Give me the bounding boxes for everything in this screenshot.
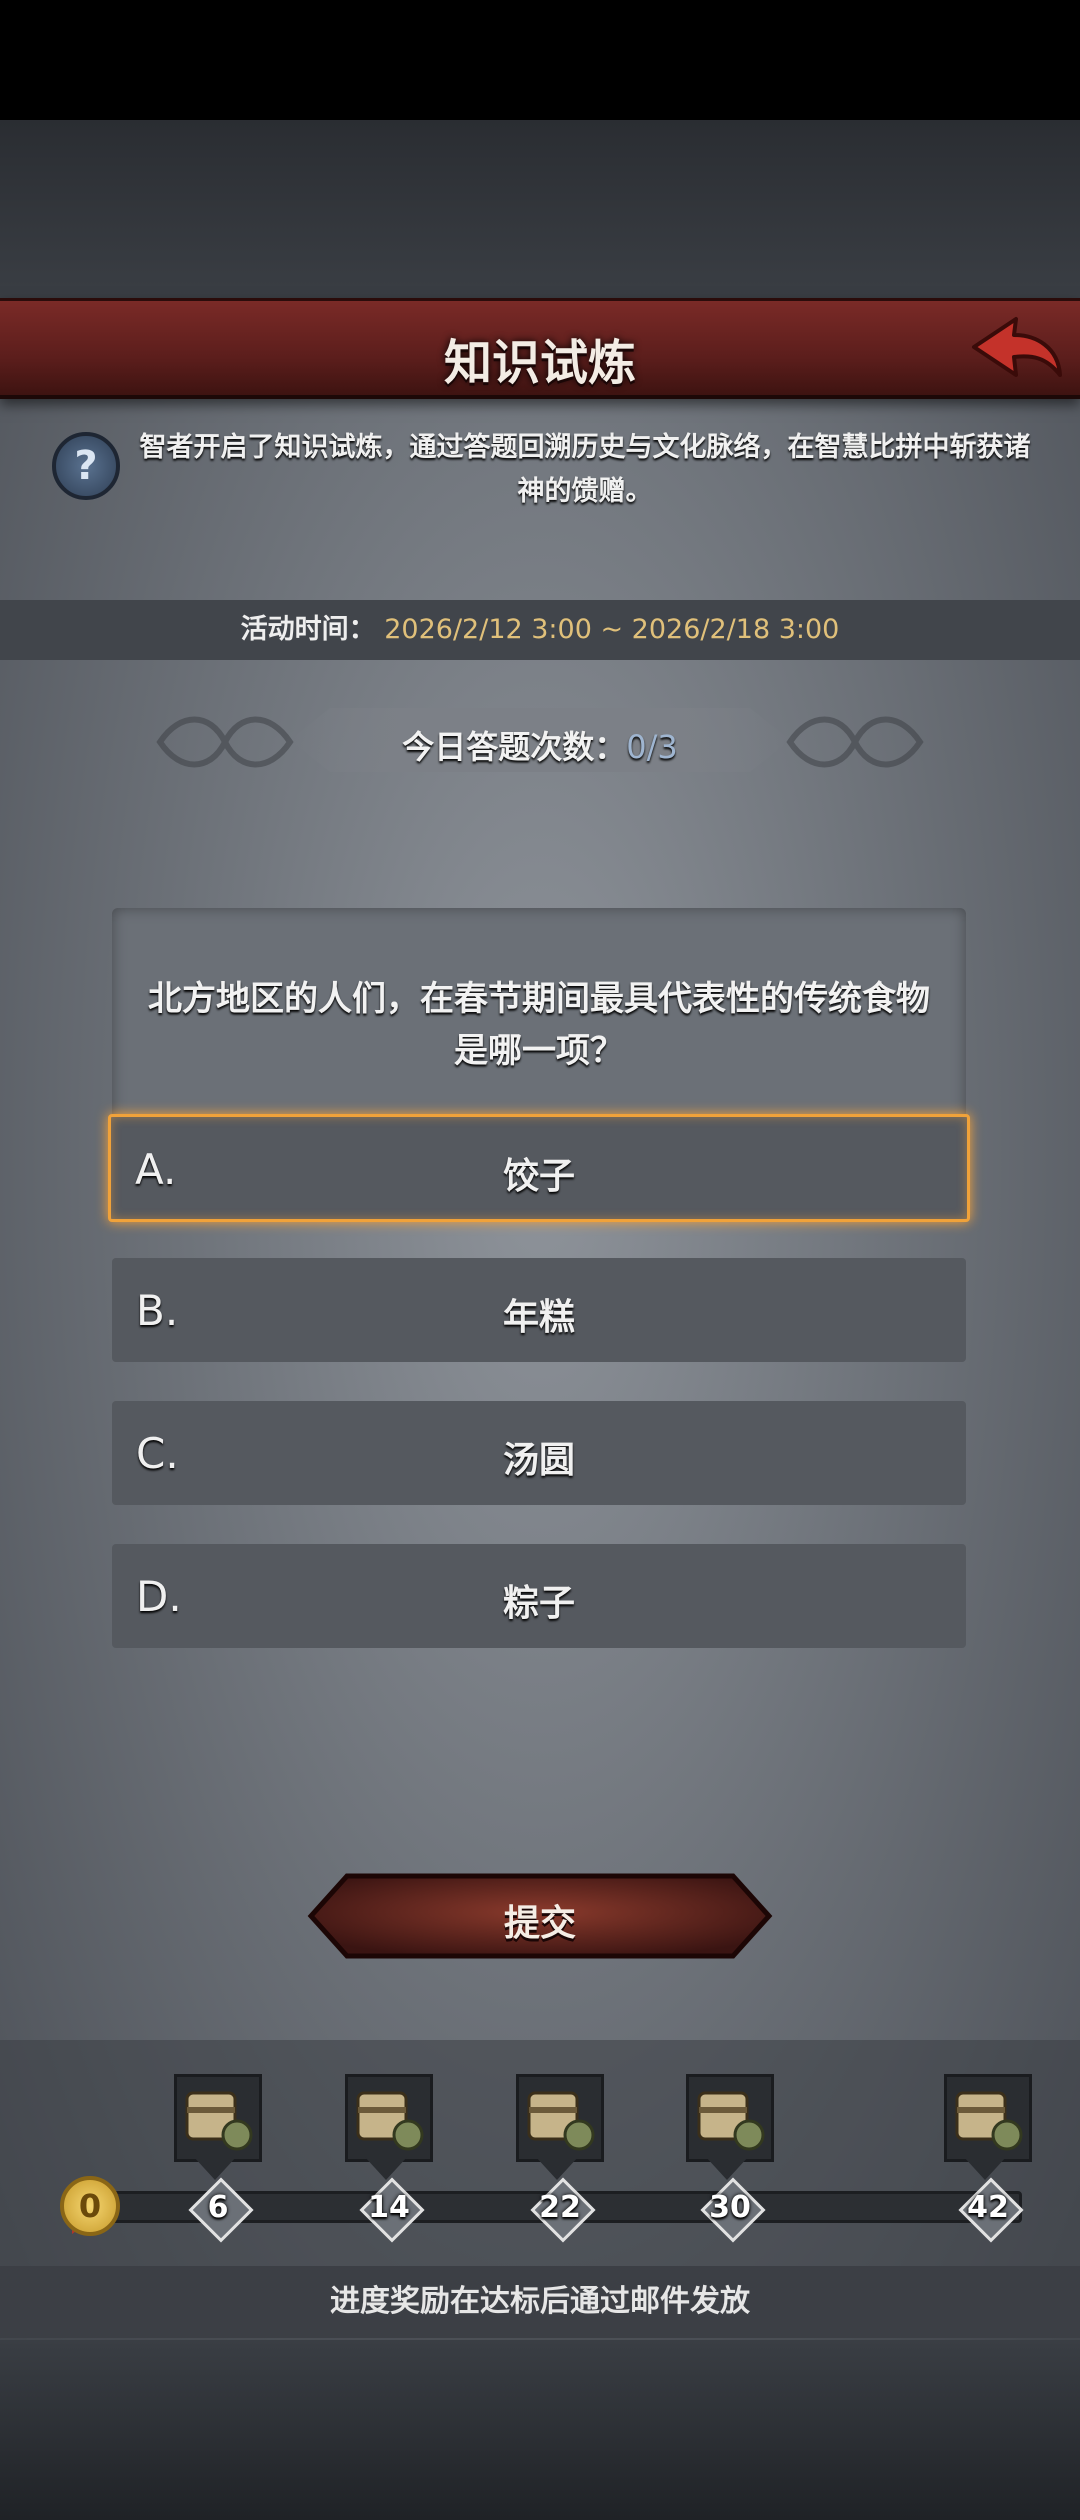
question-text: 北方地区的人们，在春节期间最具代表性的传统食物是哪一项？	[148, 979, 930, 1071]
option-text: 粽子	[502, 1583, 575, 1624]
milestone-label: 6	[207, 2190, 229, 2225]
current-progress-medal: 0	[60, 2176, 120, 2236]
top-background	[0, 120, 1080, 298]
chest-pointer	[364, 2156, 408, 2180]
daily-count-row: 今日答题次数：0/3	[0, 690, 1080, 790]
treasure-chest-icon	[955, 2091, 1023, 2151]
progress-note: 进度奖励在达标后通过邮件发放	[0, 2266, 1080, 2338]
submit-button[interactable]: 提交	[307, 1872, 773, 1960]
activity-time-label: 活动时间：	[240, 614, 376, 645]
treasure-chest-icon	[697, 2091, 765, 2151]
intro-section: ? 智者开启了知识试炼，通过答题回溯历史与文化脉络，在智慧比拼中斩获诸神的馈赠。	[40, 420, 1040, 512]
back-arrow-icon[interactable]	[966, 313, 1066, 383]
bottom-background	[0, 2340, 1080, 2520]
milestone-label: 22	[539, 2190, 581, 2225]
milestone-label: 42	[967, 2190, 1009, 2225]
treasure-chest-icon	[356, 2091, 424, 2151]
reward-chest-6[interactable]	[174, 2074, 262, 2162]
page-title: 知识试炼	[443, 335, 636, 391]
reward-chest-14[interactable]	[345, 2074, 433, 2162]
intro-text: 智者开启了知识试炼，通过答题回溯历史与文化脉络，在智慧比拼中斩获诸神的馈赠。	[139, 432, 1031, 507]
quiz-screen: 知识试炼 ? 智者开启了知识试炼，通过答题回溯历史与文化脉络，在智慧比拼中斩获诸…	[0, 120, 1080, 2520]
activity-time-value: 2026/2/12 3:00 ~ 2026/2/18 3:00	[384, 614, 840, 645]
option-text: 汤圆	[502, 1440, 575, 1481]
activity-time-bar: 活动时间： 2026/2/12 3:00 ~ 2026/2/18 3:00	[0, 600, 1080, 660]
milestone-label: 30	[709, 2190, 751, 2225]
reward-chest-42[interactable]	[944, 2074, 1032, 2162]
chest-pointer	[535, 2156, 579, 2180]
option-d[interactable]: D. 粽子	[112, 1544, 966, 1648]
question-card: 北方地区的人们，在春节期间最具代表性的传统食物是哪一项？	[112, 908, 966, 1130]
chest-pointer	[193, 2156, 237, 2180]
submit-label: 提交	[503, 1903, 576, 1944]
daily-count: 今日答题次数：0/3	[0, 722, 1080, 768]
treasure-chest-icon	[185, 2091, 253, 2151]
milestone-label: 14	[368, 2190, 410, 2225]
daily-count-label: 今日答题次数：	[402, 728, 627, 766]
option-text: 年糕	[502, 1297, 575, 1338]
reward-chest-22[interactable]	[516, 2074, 604, 2162]
header-banner: 知识试炼	[0, 298, 1080, 399]
treasure-chest-icon	[527, 2091, 595, 2151]
help-icon[interactable]: ?	[52, 432, 120, 500]
chest-pointer	[963, 2156, 1007, 2180]
chest-pointer	[705, 2156, 749, 2180]
option-a[interactable]: A. 饺子	[108, 1114, 970, 1222]
option-c[interactable]: C. 汤圆	[112, 1401, 966, 1505]
reward-chest-30[interactable]	[686, 2074, 774, 2162]
daily-count-value: 0/3	[626, 728, 678, 766]
option-b[interactable]: B. 年糕	[112, 1258, 966, 1362]
option-text: 饺子	[502, 1156, 575, 1197]
